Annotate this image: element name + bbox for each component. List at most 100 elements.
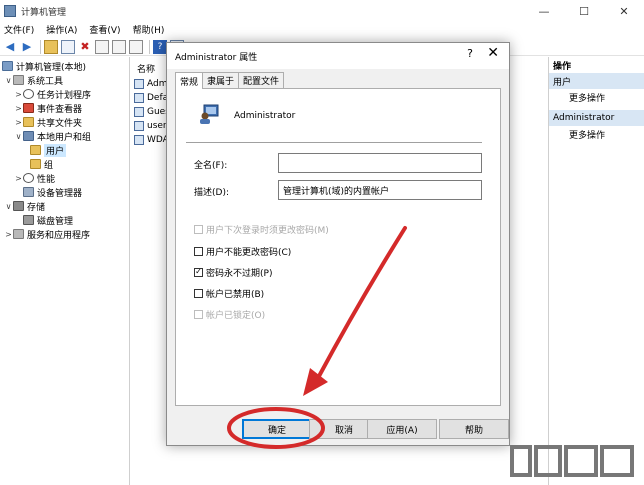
more-actions-link[interactable]: 更多操作	[549, 89, 644, 106]
menu-help[interactable]: 帮助(H)	[133, 23, 165, 36]
window-title: 计算机管理	[21, 7, 67, 18]
description-field[interactable]: 管理计算机(域)的内置帐户	[278, 180, 482, 200]
disk-icon	[23, 215, 34, 225]
checkbox-label: 用户不能更改密码(C)	[206, 247, 292, 258]
checkmark-icon[interactable]: ✓	[194, 267, 203, 277]
ok-button[interactable]: 确定	[242, 419, 312, 439]
close-button[interactable]: ✕	[604, 0, 644, 22]
list-item[interactable]: user	[134, 119, 167, 133]
list-item[interactable]: WDA	[134, 133, 169, 147]
folder-icon	[30, 159, 41, 169]
tree-label: 计算机管理(本地)	[16, 62, 87, 73]
back-arrow-icon[interactable]: ◀	[3, 40, 17, 54]
delete-icon[interactable]: ✖	[78, 40, 92, 54]
refresh-icon[interactable]	[112, 39, 126, 54]
tree-item-task-scheduler[interactable]: > 任务计划程序	[14, 87, 91, 101]
tree-label: 设备管理器	[37, 188, 83, 199]
tree-item-device-manager[interactable]: 设备管理器	[23, 185, 82, 199]
checkbox-label: 密码永不过期(P)	[206, 268, 273, 279]
tree-item-shared-folders[interactable]: > 共享文件夹	[14, 115, 82, 129]
user-icon	[134, 121, 144, 131]
tools-icon	[13, 75, 24, 85]
menu-action[interactable]: 操作(A)	[46, 23, 77, 36]
list-item[interactable]: Gues	[134, 105, 170, 119]
tree-label: 共享文件夹	[37, 118, 83, 129]
tree-item-disk-management[interactable]: 磁盘管理	[23, 213, 73, 227]
fullname-label: 全名(F):	[194, 161, 228, 171]
tree-label: 性能	[37, 174, 56, 185]
properties-icon[interactable]	[95, 39, 109, 54]
computer-management-icon	[4, 5, 16, 17]
minimize-button[interactable]: —	[524, 0, 564, 22]
checkbox-box	[194, 224, 203, 234]
must-change-password-checkbox: 用户下次登录时须更改密码(M)	[194, 223, 329, 236]
expand-chevron-icon[interactable]: >	[14, 118, 23, 127]
tree-label: 服务和应用程序	[27, 230, 91, 241]
expand-chevron-icon[interactable]: >	[14, 90, 23, 99]
tree-label: 系统工具	[27, 76, 64, 87]
expand-chevron-icon[interactable]: >	[14, 104, 23, 113]
export-list-icon[interactable]	[129, 39, 143, 54]
help-button[interactable]: 帮助	[439, 419, 509, 439]
cannot-change-password-checkbox[interactable]: 用户不能更改密码(C)	[194, 245, 292, 258]
checkbox-label: 帐户已锁定(O)	[206, 310, 266, 321]
user-icon	[134, 79, 144, 89]
tree-item-users[interactable]: 用户	[30, 143, 67, 157]
forward-arrow-icon[interactable]: ▶	[20, 40, 34, 54]
account-name: Administrator	[234, 111, 296, 121]
tab-member-of[interactable]: 隶属于	[202, 72, 240, 88]
menu-bar: 文件(F) 操作(A) 查看(V) 帮助(H)	[0, 22, 644, 37]
menu-view[interactable]: 查看(V)	[89, 23, 120, 36]
account-disabled-checkbox[interactable]: 帐户已禁用(B)	[194, 287, 264, 300]
section-divider	[186, 142, 482, 143]
properties-dialog: Administrator 属性 ? ✕ 常规 隶属于 配置文件 Adminis…	[166, 42, 510, 446]
tree-item-root[interactable]: 计算机管理(本地)	[2, 59, 86, 73]
services-icon	[13, 229, 24, 239]
tree-item-event-viewer[interactable]: > 事件查看器	[14, 101, 82, 115]
checkbox-box[interactable]	[194, 246, 203, 256]
account-locked-checkbox: 帐户已锁定(O)	[194, 308, 266, 321]
tree-label: 任务计划程序	[37, 90, 92, 101]
tree-item-storage[interactable]: ∨ 存储	[4, 199, 45, 213]
tree-item-local-users-groups[interactable]: ∨ 本地用户和组	[14, 129, 91, 143]
event-log-icon	[23, 103, 34, 113]
maximize-button[interactable]: ☐	[564, 0, 604, 22]
checkbox-box[interactable]	[194, 288, 203, 298]
list-item-label: user	[147, 121, 167, 131]
password-never-expires-checkbox[interactable]: ✓ 密码永不过期(P)	[194, 266, 273, 279]
fullname-field[interactable]	[278, 153, 482, 173]
list-item[interactable]: Defa	[134, 91, 168, 105]
actions-section-administrator[interactable]: Administrator	[549, 110, 644, 126]
help-icon[interactable]: ?	[153, 39, 167, 54]
show-hide-tree-icon[interactable]	[61, 39, 75, 54]
device-manager-icon	[23, 187, 34, 197]
tree-item-groups[interactable]: 组	[30, 157, 53, 171]
tree-item-performance[interactable]: > 性能	[14, 171, 55, 185]
navigation-tree: 计算机管理(本地) ∨ 系统工具 > 任务计划程序 > 事件查看器 > 共享文件…	[0, 57, 130, 485]
collapse-chevron-icon[interactable]: ∨	[4, 202, 13, 211]
list-item[interactable]: Admi	[134, 77, 170, 91]
tree-label: 存储	[27, 202, 46, 213]
more-actions-link[interactable]: 更多操作	[549, 126, 644, 143]
tree-item-services-apps[interactable]: > 服务和应用程序	[4, 227, 90, 241]
dialog-close-button[interactable]: ✕	[487, 45, 499, 61]
tab-profile[interactable]: 配置文件	[238, 72, 285, 88]
column-header-name[interactable]: 名称	[137, 62, 155, 75]
up-folder-icon[interactable]	[44, 39, 58, 54]
watermark-logo	[510, 445, 634, 477]
actions-section-users[interactable]: 用户	[549, 73, 644, 89]
tree-label: 磁盘管理	[37, 216, 74, 227]
expand-chevron-icon[interactable]: >	[14, 174, 23, 183]
shared-folder-icon	[23, 117, 34, 127]
dialog-help-button[interactable]: ?	[467, 47, 473, 60]
actions-header: 操作	[549, 57, 644, 73]
collapse-chevron-icon[interactable]: ∨	[14, 132, 23, 141]
expand-chevron-icon[interactable]: >	[4, 230, 13, 239]
folder-icon	[30, 145, 41, 155]
collapse-chevron-icon[interactable]: ∨	[4, 76, 13, 85]
computer-icon	[2, 61, 13, 71]
tree-item-system-tools[interactable]: ∨ 系统工具	[4, 73, 63, 87]
menu-file[interactable]: 文件(F)	[4, 23, 34, 36]
tab-general[interactable]: 常规	[175, 72, 204, 89]
apply-button[interactable]: 应用(A)	[367, 419, 437, 439]
